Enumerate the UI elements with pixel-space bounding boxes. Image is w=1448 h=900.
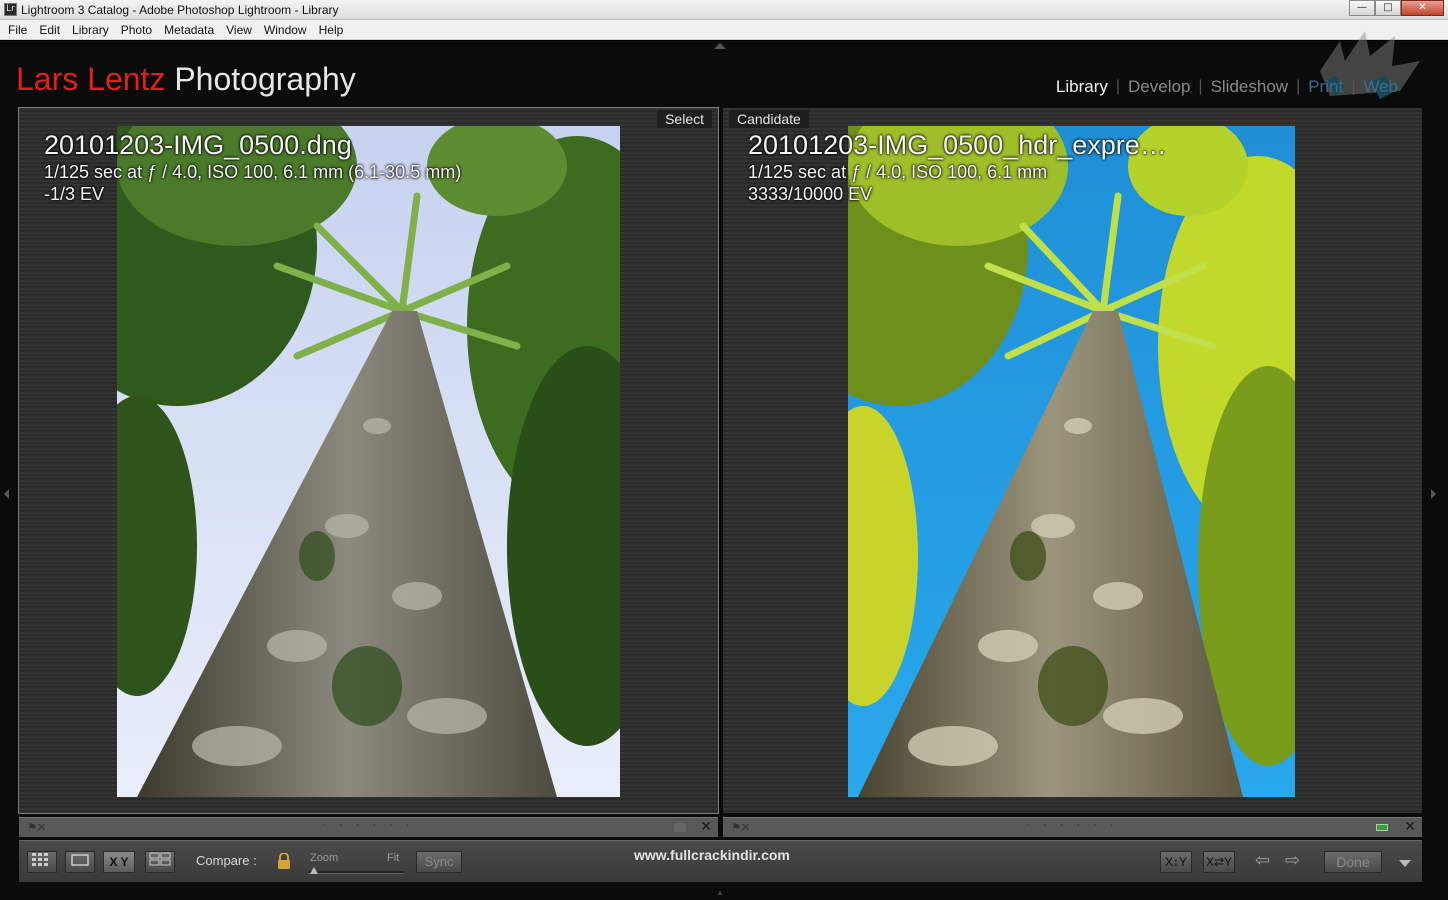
- window-titlebar: Lr Lightroom 3 Catalog - Adobe Photoshop…: [0, 0, 1448, 20]
- top-panel-toggle-icon[interactable]: [714, 43, 726, 49]
- candidate-photo[interactable]: [848, 126, 1295, 797]
- module-develop[interactable]: Develop: [1120, 77, 1198, 97]
- make-select-button[interactable]: X⇄Y: [1203, 851, 1235, 873]
- select-pane-strip: ⚑✕ · · · · · · ✕: [19, 817, 718, 837]
- right-panel-toggle-icon[interactable]: [1431, 489, 1436, 499]
- flag-icon[interactable]: ⚑✕: [27, 821, 46, 834]
- candidate-pane-strip: ⚑✕ · · · · · · ✕: [723, 817, 1422, 837]
- menu-view[interactable]: View: [220, 23, 258, 37]
- window-title: Lightroom 3 Catalog - Adobe Photoshop Li…: [21, 3, 339, 17]
- done-button[interactable]: Done: [1324, 851, 1382, 873]
- menu-file[interactable]: File: [2, 23, 33, 37]
- watermark-text: www.fullcrackindir.com: [634, 847, 790, 863]
- select-tag: Select: [657, 110, 712, 128]
- identity-plate-suffix: Photography: [165, 61, 356, 97]
- star-rating-dots[interactable]: · · · · · ·: [322, 819, 414, 831]
- lightroom-workspace: Lars Lentz Photography Library | Develop…: [0, 31, 1448, 900]
- select-ev: -1/3 EV: [44, 184, 105, 204]
- toolbar-menu-chevron-down-icon[interactable]: [1399, 860, 1411, 867]
- select-photo[interactable]: [117, 126, 620, 797]
- star-rating-dots[interactable]: · · · · · ·: [1026, 819, 1118, 831]
- filmstrip-toggle-icon[interactable]: ▲: [716, 888, 724, 897]
- minimize-button[interactable]: —: [1349, 0, 1375, 16]
- swap-button[interactable]: X↕Y: [1160, 851, 1192, 873]
- sync-button[interactable]: Sync: [416, 851, 462, 873]
- candidate-tag: Candidate: [729, 110, 809, 128]
- candidate-exposure: 1/125 sec at ƒ / 4.0, ISO 100, 6.1 mm: [748, 162, 1048, 182]
- menu-metadata[interactable]: Metadata: [158, 23, 220, 37]
- identity-plate-name: Lars Lentz: [16, 61, 166, 97]
- menu-edit[interactable]: Edit: [33, 23, 66, 37]
- grid-view-icon[interactable]: [27, 851, 57, 873]
- menu-help[interactable]: Help: [313, 23, 350, 37]
- candidate-ev: 3333/10000 EV: [748, 184, 873, 204]
- survey-view-icon[interactable]: [145, 851, 175, 873]
- select-exposure: 1/125 sec at ƒ / 4.0, ISO 100, 6.1 mm (6…: [44, 162, 462, 182]
- color-label-swatch[interactable]: [1376, 824, 1388, 831]
- lock-icon[interactable]: [277, 853, 291, 869]
- candidate-pane[interactable]: 20101203-IMG_0500_hdr_expre… 1/125 sec a…: [723, 108, 1422, 813]
- previous-arrow-icon[interactable]: ⇦: [1255, 850, 1270, 871]
- candidate-photo-image: [848, 126, 1295, 797]
- select-filename: 20101203-IMG_0500.dng: [44, 130, 352, 160]
- close-window-button[interactable]: ✕: [1401, 0, 1444, 16]
- maximize-button[interactable]: □: [1375, 0, 1401, 16]
- menu-library[interactable]: Library: [66, 23, 115, 37]
- candidate-filename: 20101203-IMG_0500_hdr_expre…: [748, 130, 1167, 160]
- watermark-logo-icon: [1320, 31, 1420, 99]
- module-print[interactable]: Print: [1300, 77, 1351, 97]
- module-picker: Library | Develop | Slideshow | Print | …: [1048, 77, 1406, 97]
- select-pane[interactable]: 20101203-IMG_0500.dng 1/125 sec at ƒ / 4…: [18, 107, 719, 814]
- loupe-view-icon[interactable]: [65, 851, 95, 873]
- menu-window[interactable]: Window: [258, 23, 313, 37]
- left-panel-toggle-icon[interactable]: [4, 489, 9, 499]
- fit-label: Fit: [387, 852, 400, 864]
- module-library[interactable]: Library: [1048, 77, 1116, 97]
- candidate-photo-info: 20101203-IMG_0500_hdr_expre… 1/125 sec a…: [748, 130, 1167, 205]
- module-slideshow[interactable]: Slideshow: [1203, 77, 1297, 97]
- module-web[interactable]: Web: [1355, 77, 1406, 97]
- flag-icon[interactable]: ⚑✕: [731, 821, 750, 834]
- color-label-swatch[interactable]: [674, 823, 686, 832]
- lightroom-app-icon[interactable]: Lr: [4, 3, 17, 16]
- identity-plate: Lars Lentz Photography: [16, 61, 356, 98]
- window-controls: — □ ✕: [1349, 0, 1444, 16]
- select-photo-info: 20101203-IMG_0500.dng 1/125 sec at ƒ / 4…: [44, 130, 461, 205]
- close-icon[interactable]: ✕: [700, 819, 712, 835]
- next-arrow-icon[interactable]: ⇨: [1285, 850, 1300, 871]
- compare-toolbar: X Y Compare : Zoom Fit Sync www.fullcrac…: [19, 840, 1422, 882]
- zoom-slider[interactable]: [308, 871, 404, 874]
- zoom-slider-handle[interactable]: [310, 867, 318, 874]
- select-photo-image: [117, 126, 620, 797]
- zoom-label: Zoom: [310, 852, 339, 864]
- menu-photo[interactable]: Photo: [115, 23, 158, 37]
- compare-label: Compare :: [196, 853, 257, 868]
- compare-view-button[interactable]: X Y: [103, 851, 135, 873]
- close-icon[interactable]: ✕: [1404, 819, 1416, 835]
- menu-bar: File Edit Library Photo Metadata View Wi…: [0, 20, 1448, 40]
